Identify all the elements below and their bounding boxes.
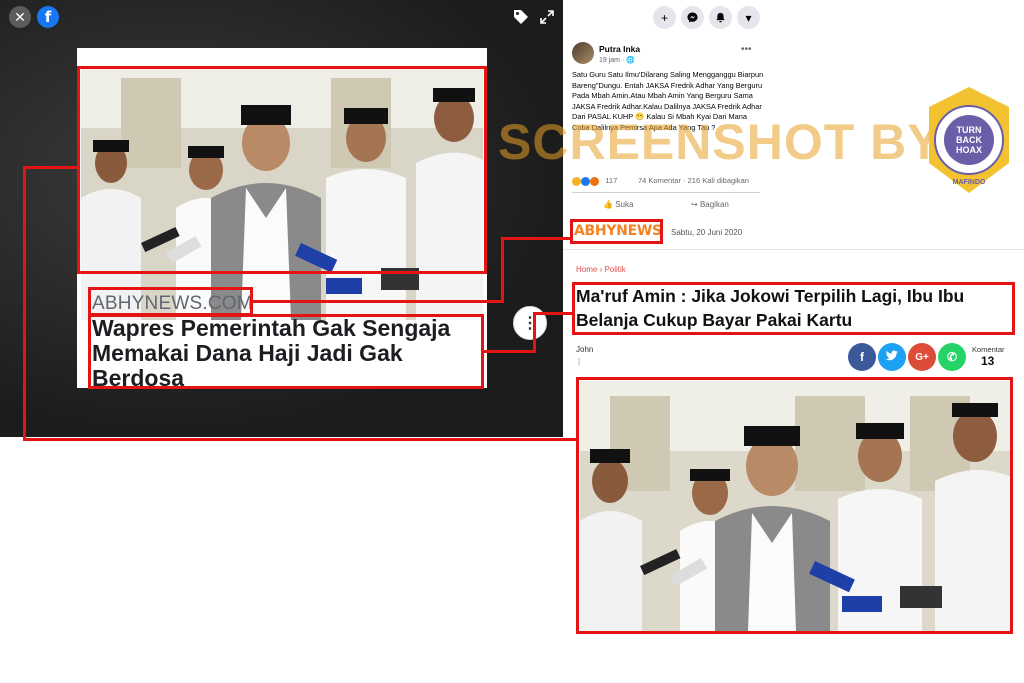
connector-line: [533, 312, 536, 353]
comments-count[interactable]: 13: [981, 354, 994, 368]
plus-icon[interactable]: +: [653, 6, 676, 29]
whatsapp-share-button[interactable]: ✆: [938, 343, 966, 371]
messenger-icon[interactable]: [681, 6, 704, 29]
post-time[interactable]: 19 jam · 🌐: [599, 56, 635, 64]
like-reaction-icon: [581, 176, 591, 186]
like-label: Suka: [615, 200, 634, 209]
divider: [563, 249, 1024, 250]
globe-icon: 🌐: [626, 57, 635, 64]
thumbs-up-icon: 👍: [603, 200, 613, 209]
connector-line: [484, 350, 536, 353]
bell-icon[interactable]: [709, 6, 732, 29]
divider: [572, 192, 760, 193]
close-icon[interactable]: ✕: [9, 6, 31, 28]
reaction-count: 117: [605, 176, 618, 185]
haha-reaction-icon: [572, 176, 581, 186]
post-time-text: 19 jam ·: [599, 57, 627, 64]
whatsapp-icon: ✆: [946, 350, 958, 364]
svg-text:BACK: BACK: [956, 135, 982, 145]
connector-line: [23, 438, 578, 441]
author-name[interactable]: John: [576, 345, 593, 354]
highlight-article-photo: [576, 377, 1013, 634]
share-label: Bagikan: [699, 200, 729, 209]
highlight-site-logo: [570, 219, 663, 244]
reaction-summary[interactable]: 117: [572, 176, 617, 186]
share-button[interactable]: ↪ Bagikan: [691, 200, 729, 209]
highlight-card-source: [88, 287, 253, 316]
svg-text:MAFINDO: MAFINDO: [953, 179, 986, 186]
share-arrow-icon: ↪: [691, 200, 698, 209]
connector-line: [501, 237, 504, 303]
highlight-article-title: [572, 282, 1015, 335]
post-options-icon[interactable]: •••: [741, 44, 752, 55]
like-button[interactable]: 👍 Suka: [603, 200, 633, 209]
facebook-logo-icon[interactable]: f: [37, 6, 59, 28]
connector-line: [533, 312, 574, 315]
post-stats: 74 Komentar · 216 Kali dibagikan: [638, 176, 749, 185]
poster-name[interactable]: Putra Inka: [599, 44, 640, 54]
facebook-icon: f: [860, 350, 864, 364]
highlight-card-photo: [77, 66, 487, 274]
google-plus-icon: G+: [915, 351, 929, 363]
breadcrumb[interactable]: Home › Politik: [576, 265, 626, 274]
expand-icon[interactable]: [537, 6, 557, 28]
comment-count[interactable]: 74 Komentar: [638, 176, 681, 185]
fact-check-collage: ✕ f ⋮ ABHYNEWS.COM Wapres Pemerintah Gak…: [0, 0, 1024, 683]
connector-line: [23, 166, 78, 169]
twitter-share-button[interactable]: [878, 343, 906, 371]
facebook-top-bar: + ▾: [563, 0, 768, 34]
author-separator: |: [578, 357, 581, 366]
svg-text:HOAX: HOAX: [956, 145, 982, 155]
connector-line: [253, 300, 503, 303]
avatar[interactable]: [572, 42, 594, 64]
turnbackhoax-seal-logo: TURN BACK HOAX MAFINDO: [929, 87, 1009, 193]
google-plus-share-button[interactable]: G+: [908, 343, 936, 371]
tag-icon[interactable]: [511, 6, 531, 28]
watermark-text: SCREENSHOT BY: [498, 114, 942, 170]
article-date: Sabtu, 20 Juni 2020: [671, 228, 743, 237]
caret-down-icon[interactable]: ▾: [737, 6, 760, 29]
facebook-share-button[interactable]: f: [848, 343, 876, 371]
angry-reaction-icon: [590, 176, 600, 186]
share-count[interactable]: 216 Kali dibagikan: [688, 176, 749, 185]
connector-line: [501, 237, 572, 240]
highlight-card-headline: [88, 314, 484, 389]
svg-text:TURN: TURN: [957, 125, 982, 135]
twitter-icon: [885, 350, 898, 364]
comments-label: Komentar: [972, 345, 1005, 354]
connector-line: [23, 166, 26, 441]
